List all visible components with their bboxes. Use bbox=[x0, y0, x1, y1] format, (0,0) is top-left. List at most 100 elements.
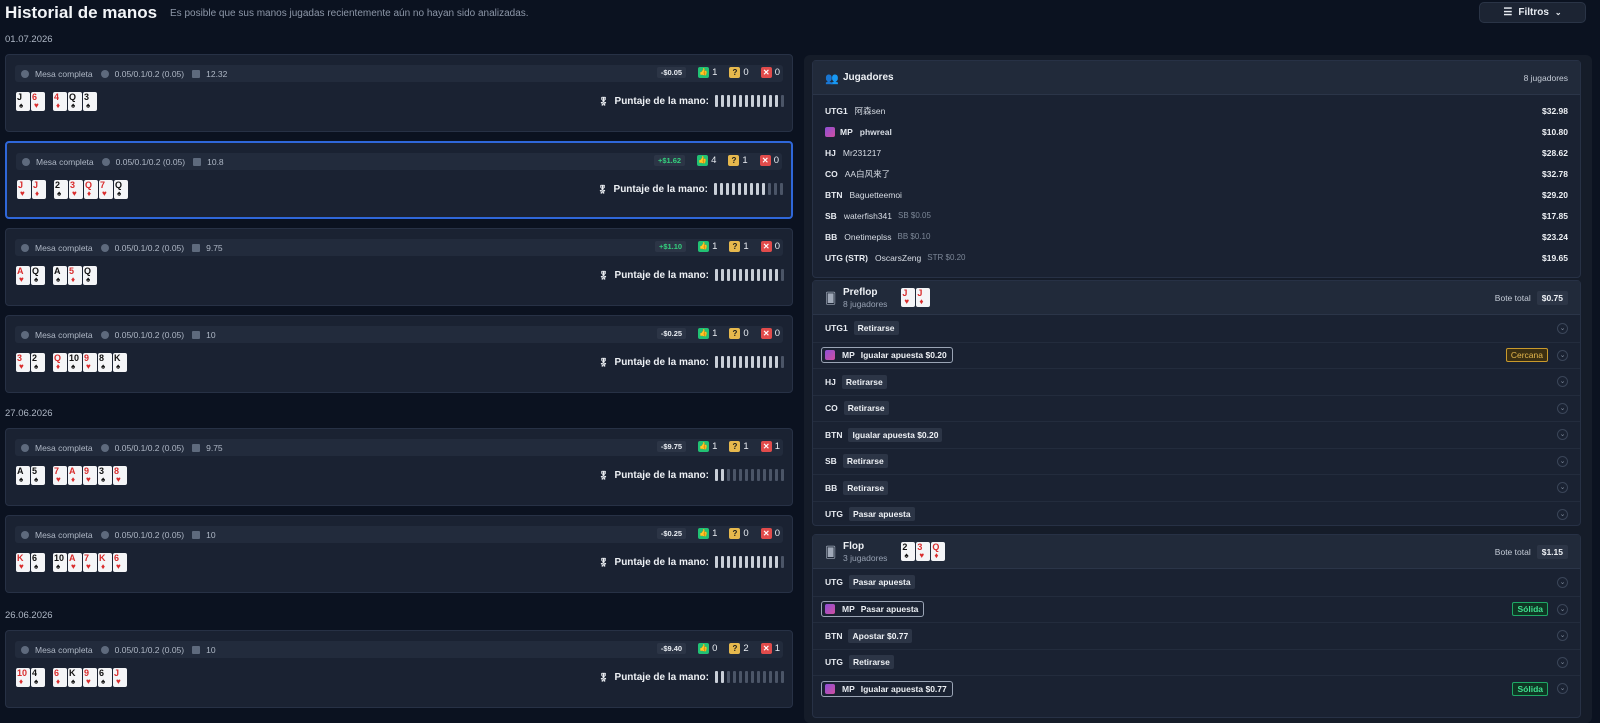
playing-card: 6 ♥ bbox=[31, 92, 45, 111]
action-row[interactable]: MP Igualar apuesta $0.77 Sólida ⌄ bbox=[813, 675, 1580, 702]
page-title: Historial de manos bbox=[5, 3, 158, 22]
hand-card[interactable]: Mesa completa 0.05/0.1/0.2 (0.05) 10 -$0.25… bbox=[5, 315, 793, 393]
action-row[interactable]: MP Igualar apuesta $0.20 Cercana ⌄ bbox=[813, 341, 1580, 369]
hand-card[interactable]: Mesa completa 0.05/0.1/0.2 (0.05) 9.75 +$1.… bbox=[5, 228, 793, 306]
card-suit-icon: ♥ bbox=[56, 475, 61, 484]
player-row[interactable]: CO AA白风来了 $32.78 bbox=[813, 163, 1580, 184]
score-bar-segment bbox=[763, 269, 766, 281]
action-row[interactable]: BB Retirarse ⌄ bbox=[813, 474, 1580, 501]
playing-card: 4 ♦ bbox=[53, 92, 67, 111]
chevron-down-icon[interactable]: ⌄ bbox=[1557, 455, 1568, 467]
thumbs-up-icon: 👍 bbox=[697, 155, 709, 166]
chevron-down-icon[interactable]: ⌄ bbox=[1557, 508, 1568, 520]
action-pill: BB Retirarse bbox=[825, 480, 889, 495]
playing-card: 10 ♠ bbox=[53, 553, 67, 572]
error-icon: ✕ bbox=[760, 241, 772, 252]
action-row[interactable]: UTG Pasar apuesta ⌄ bbox=[813, 569, 1580, 596]
chevron-down-icon[interactable]: ⌄ bbox=[1557, 482, 1568, 494]
player-row[interactable]: SB waterfish341 SB $0.05 $17.85 bbox=[813, 205, 1580, 226]
good-count: 1 bbox=[712, 241, 718, 252]
playing-card: 7 ♥ bbox=[53, 466, 67, 485]
chevron-down-icon[interactable]: ⌄ bbox=[1557, 683, 1568, 695]
player-row[interactable]: BTN Baguetteemoi $29.20 bbox=[813, 184, 1580, 205]
table-icon bbox=[21, 530, 29, 539]
hand-stats: -$9.40 👍 0? 2 ✕ 1 bbox=[656, 643, 780, 654]
hand-card[interactable]: Mesa completa 0.05/0.1/0.2 (0.05) 10 -$0.25… bbox=[5, 515, 793, 593]
table-icon bbox=[21, 645, 29, 654]
chevron-down-icon[interactable]: ⌄ bbox=[1557, 349, 1568, 361]
action-row[interactable]: UTG Retirarse ⌄ bbox=[813, 648, 1580, 676]
action-row[interactable]: BTN Igualar apuesta $0.20 ⌄ bbox=[813, 421, 1580, 448]
score-label: Puntaje de la mano: bbox=[614, 269, 709, 281]
award-icon: 🎖 bbox=[598, 557, 609, 567]
thumbs-up-icon: 👍 bbox=[698, 67, 710, 78]
card-suit-icon: ♠ bbox=[56, 562, 61, 571]
chevron-down-icon[interactable]: ⌄ bbox=[1557, 376, 1568, 388]
action-row[interactable]: BTN Apostar $0.77 ⌄ bbox=[813, 622, 1580, 649]
score-bar-segment bbox=[781, 95, 784, 107]
date-group-label: 01.07.2026 bbox=[5, 34, 53, 45]
thumbs-up-icon: 👍 bbox=[698, 441, 710, 452]
action-row[interactable]: CO Retirarse ⌄ bbox=[813, 394, 1580, 422]
chevron-down-icon[interactable]: ⌄ bbox=[1557, 603, 1568, 615]
filter-button[interactable]: ☰ Filtros ⌄ bbox=[1479, 2, 1586, 23]
score-bar-segment bbox=[733, 269, 736, 281]
good-count: 0 bbox=[712, 643, 718, 654]
player-row[interactable]: HJ Mr231217 $28.62 bbox=[813, 142, 1580, 163]
hand-cards: A ♥ Q ♠ A ♠ 5 ♦ Q ♠ bbox=[16, 266, 97, 285]
chevron-down-icon[interactable]: ⌄ bbox=[1557, 576, 1568, 588]
chevron-down-icon[interactable]: ⌄ bbox=[1557, 656, 1568, 668]
hand-card[interactable]: Mesa completa 0.05/0.1/0.2 (0.05) 10.8 +$1.… bbox=[5, 141, 793, 219]
action-position: UTG bbox=[825, 657, 843, 668]
preflop-pot-label: Bote total bbox=[1494, 293, 1531, 303]
action-row[interactable]: UTG Pasar apuesta ⌄ bbox=[813, 500, 1580, 528]
doubt-count: 0 bbox=[743, 528, 749, 539]
chevron-down-icon[interactable]: ⌄ bbox=[1557, 402, 1568, 414]
chevron-down-icon[interactable]: ⌄ bbox=[1557, 429, 1568, 441]
question-icon: ? bbox=[729, 67, 741, 78]
player-row[interactable]: UTG (STR) OscarsZeng STR $0.20 $19.65 bbox=[813, 247, 1580, 268]
playing-card: 9 ♥ bbox=[83, 353, 97, 372]
player-row[interactable]: MP phwreal $10.80 bbox=[813, 121, 1580, 142]
hand-score: 🎖 Puntaje de la mano: bbox=[597, 183, 783, 195]
score-bar-segment bbox=[756, 183, 759, 195]
card-suit-icon: ♥ bbox=[19, 562, 24, 571]
hand-card[interactable]: Mesa completa 0.05/0.1/0.2 (0.05) 10 -$9.40… bbox=[5, 630, 793, 708]
hand-card[interactable]: Mesa completa 0.05/0.1/0.2 (0.05) 9.75 -$9.… bbox=[5, 428, 793, 506]
card-spacer bbox=[46, 92, 52, 111]
playing-card: A ♥ bbox=[16, 266, 30, 285]
chevron-down-icon[interactable]: ⌄ bbox=[1557, 630, 1568, 642]
stakes-icon bbox=[100, 443, 109, 452]
error-icon: ✕ bbox=[760, 67, 772, 78]
score-bar-segment bbox=[768, 183, 771, 195]
player-position: MP bbox=[840, 126, 853, 137]
player-stack: $19.65 bbox=[1542, 252, 1568, 263]
doubt-count: 1 bbox=[743, 241, 749, 252]
player-row[interactable]: BB Onetimeplss BB $0.10 $23.24 bbox=[813, 226, 1580, 247]
action-position: BTN bbox=[825, 630, 843, 641]
player-name: 阿森sen bbox=[854, 105, 886, 116]
playing-card: 5 ♠ bbox=[31, 466, 45, 485]
score-bar-segment bbox=[744, 183, 747, 195]
action-pill: BTN Igualar apuesta $0.20 bbox=[825, 427, 943, 442]
player-stack: $28.62 bbox=[1542, 147, 1568, 158]
card-suit-icon: ♦ bbox=[56, 677, 61, 686]
table-type: Mesa completa bbox=[36, 156, 94, 167]
chevron-down-icon[interactable]: ⌄ bbox=[1557, 322, 1568, 334]
card-suit-icon: ♥ bbox=[116, 562, 121, 571]
action-label: Retirarse bbox=[843, 401, 889, 416]
playing-card: A ♦ bbox=[68, 466, 82, 485]
action-row[interactable]: SB Retirarse ⌄ bbox=[813, 447, 1580, 475]
hand-card[interactable]: Mesa completa 0.05/0.1/0.2 (0.05) 12.32 -$0… bbox=[5, 54, 793, 132]
bad-count: 1 bbox=[774, 643, 780, 654]
score-label: Puntaje de la mano: bbox=[614, 356, 709, 368]
playing-card: K ♥ bbox=[16, 553, 30, 572]
action-row[interactable]: MP Pasar apuesta Sólida ⌄ bbox=[813, 595, 1580, 623]
action-row[interactable]: UTG1 Retirarse ⌄ bbox=[813, 315, 1580, 342]
player-row[interactable]: UTG1 阿森sen $32.98 bbox=[813, 100, 1580, 121]
filter-label: Filtros bbox=[1518, 7, 1549, 18]
action-row[interactable]: HJ Retirarse ⌄ bbox=[813, 368, 1580, 395]
card-suit-icon: ♥ bbox=[116, 677, 121, 686]
stakes: 0.05/0.1/0.2 (0.05) bbox=[114, 242, 185, 253]
stakes: 0.05/0.1/0.2 (0.05) bbox=[114, 329, 185, 340]
